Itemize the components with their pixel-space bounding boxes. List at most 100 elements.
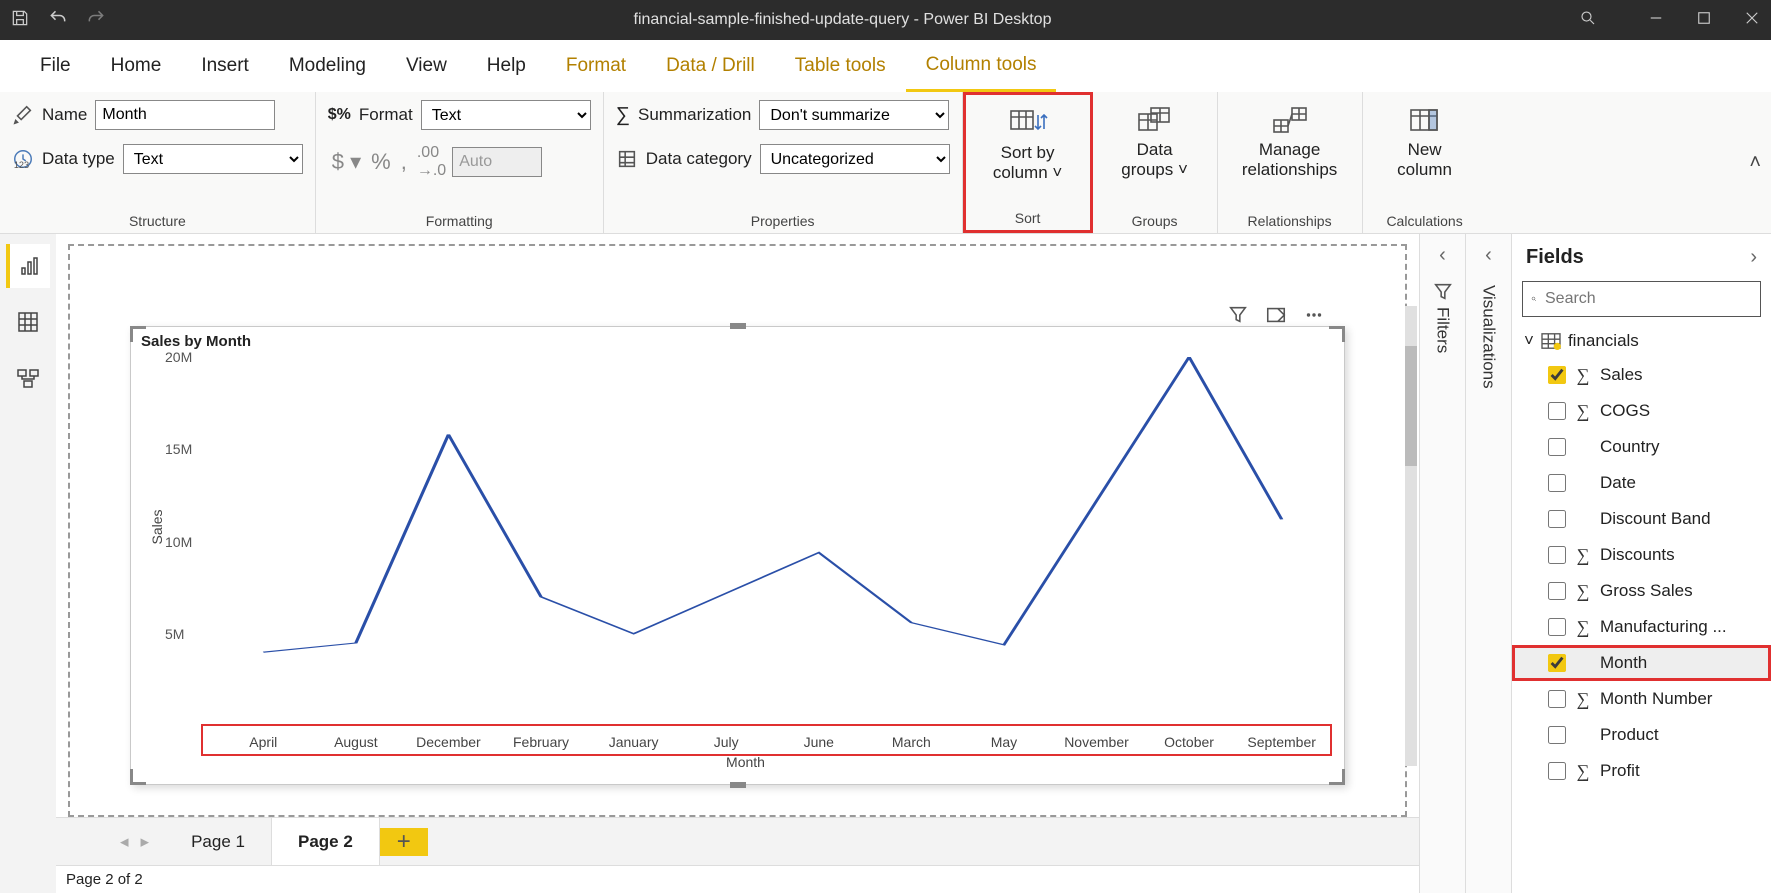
maximize-icon[interactable] [1695, 9, 1713, 31]
data-view-icon[interactable] [6, 300, 50, 344]
chevron-left-icon[interactable]: ‹ [1485, 244, 1492, 267]
field-checkbox[interactable] [1548, 618, 1566, 636]
field-row[interactable]: ∑Country [1512, 429, 1771, 465]
menu-format[interactable]: Format [546, 40, 646, 92]
collapse-ribbon-icon[interactable]: ˄ [1749, 151, 1761, 174]
ribbon-group-calculations: Newcolumn Calculations [1363, 92, 1487, 233]
sigma-icon: ∑ [1574, 401, 1592, 422]
decimal-icon[interactable]: .00→.0 [413, 144, 450, 180]
report-canvas[interactable]: Sales by Month Sales 20M15M10M5M AprilAu… [68, 244, 1407, 817]
field-name: Discounts [1600, 545, 1675, 565]
menu-file[interactable]: File [20, 40, 91, 92]
field-checkbox[interactable] [1548, 366, 1566, 384]
search-icon [1531, 290, 1537, 308]
field-name: Month [1600, 653, 1647, 673]
visualizations-pane-collapsed[interactable]: ‹ Visualizations [1465, 234, 1511, 893]
field-checkbox[interactable] [1548, 690, 1566, 708]
redo-icon[interactable] [86, 8, 106, 32]
menu-help[interactable]: Help [467, 40, 546, 92]
line-chart-visual[interactable]: Sales by Month Sales 20M15M10M5M AprilAu… [130, 326, 1345, 785]
y-tick: 15M [165, 441, 192, 457]
field-checkbox[interactable] [1548, 654, 1566, 672]
datacat-select[interactable]: Uncategorized [760, 144, 950, 174]
close-icon[interactable] [1743, 9, 1761, 31]
field-row[interactable]: ∑ COGS [1512, 393, 1771, 429]
page-tab[interactable]: Page 2 [272, 818, 380, 865]
field-row[interactable]: ∑Discounts [1512, 537, 1771, 573]
decimal-places-input [452, 147, 542, 177]
menu-home[interactable]: Home [91, 40, 182, 92]
sigma-icon: ∑ [1574, 581, 1592, 602]
ribbon-group-structure: Name 123 Data type Text Structure [0, 92, 316, 233]
field-row[interactable]: ∑Sales [1512, 357, 1771, 393]
chevron-left-icon[interactable]: ‹ [1439, 244, 1446, 267]
fields-table-header[interactable]: ˅ financials [1512, 325, 1771, 357]
chart-title: Sales by Month [131, 327, 1344, 356]
group-label-properties: Properties [616, 213, 950, 229]
field-row[interactable]: ∑Discount Band [1512, 501, 1771, 537]
undo-icon[interactable] [48, 8, 68, 32]
field-row[interactable]: ∑Date [1512, 465, 1771, 501]
percent-icon[interactable]: % [367, 149, 395, 175]
menu-modeling[interactable]: Modeling [269, 40, 386, 92]
canvas-scrollbar[interactable] [1405, 306, 1417, 766]
ribbon-group-groups: Datagroups ˅ Groups [1093, 92, 1218, 233]
table-icon [1540, 332, 1562, 350]
field-row[interactable]: ∑ Gross Sales [1512, 573, 1771, 609]
page-tab[interactable]: Page 1 [165, 818, 272, 865]
left-view-rail [0, 234, 56, 893]
field-name: COGS [1600, 401, 1650, 421]
field-checkbox[interactable] [1548, 762, 1566, 780]
summarization-select[interactable]: Don't summarize [759, 100, 949, 130]
field-row[interactable]: ∑Profit [1512, 753, 1771, 789]
filters-pane-label: Filters [1433, 307, 1453, 353]
search-icon[interactable] [1579, 9, 1597, 31]
field-row[interactable]: ∑Manufacturing ... [1512, 609, 1771, 645]
menu-insert[interactable]: Insert [181, 40, 269, 92]
group-label-formatting: Formatting [328, 213, 591, 229]
new-column-button[interactable]: Newcolumn [1375, 100, 1475, 184]
sigma-icon: ∑ [1574, 689, 1592, 710]
fields-search[interactable] [1522, 281, 1761, 317]
field-row[interactable]: ∑Month Number [1512, 681, 1771, 717]
save-icon[interactable] [10, 8, 30, 32]
ribbon-group-relationships: Managerelationships Relationships [1218, 92, 1363, 233]
field-name: Date [1600, 473, 1636, 493]
comma-icon[interactable]: , [397, 149, 411, 175]
fields-search-input[interactable] [1545, 290, 1752, 308]
field-checkbox[interactable] [1548, 474, 1566, 492]
menu-view[interactable]: View [386, 40, 467, 92]
summarization-label: Summarization [638, 105, 751, 125]
minimize-icon[interactable] [1647, 9, 1665, 31]
field-name: Gross Sales [1600, 581, 1693, 601]
filter-pane-icon [1432, 281, 1454, 303]
field-row[interactable]: ∑Product [1512, 717, 1771, 753]
report-view-icon[interactable] [6, 244, 50, 288]
model-view-icon[interactable] [6, 356, 50, 400]
field-checkbox[interactable] [1548, 546, 1566, 564]
field-checkbox[interactable] [1548, 582, 1566, 600]
menu-column-tools[interactable]: Column tools [906, 40, 1057, 92]
name-input[interactable] [95, 100, 275, 130]
field-checkbox[interactable] [1548, 726, 1566, 744]
ribbon-group-properties: ∑ Summarization Don't summarize Data cat… [604, 92, 963, 233]
x-axis-label: Month [726, 754, 765, 770]
filters-pane-collapsed[interactable]: ‹ Filters [1419, 234, 1465, 893]
add-page-button[interactable]: + [380, 828, 428, 856]
field-row[interactable]: ∑Month [1512, 645, 1771, 681]
next-page-icon[interactable]: ▸ [141, 832, 150, 852]
field-checkbox[interactable] [1548, 402, 1566, 420]
menu-data-drill[interactable]: Data / Drill [646, 40, 775, 92]
data-groups-button[interactable]: Datagroups ˅ [1105, 100, 1205, 184]
field-checkbox[interactable] [1548, 438, 1566, 456]
sort-by-column-button[interactable]: Sort bycolumn ˅ [978, 103, 1078, 187]
datatype-select[interactable]: Text [123, 144, 303, 174]
y-tick: 5M [165, 626, 184, 642]
menu-table-tools[interactable]: Table tools [775, 40, 906, 92]
prev-page-icon[interactable]: ◂ [120, 832, 129, 852]
format-select[interactable]: Text [421, 100, 591, 130]
chevron-right-icon[interactable]: › [1750, 246, 1757, 269]
currency-icon[interactable]: $ ▾ [328, 149, 365, 175]
field-checkbox[interactable] [1548, 510, 1566, 528]
manage-relationships-button[interactable]: Managerelationships [1230, 100, 1350, 184]
